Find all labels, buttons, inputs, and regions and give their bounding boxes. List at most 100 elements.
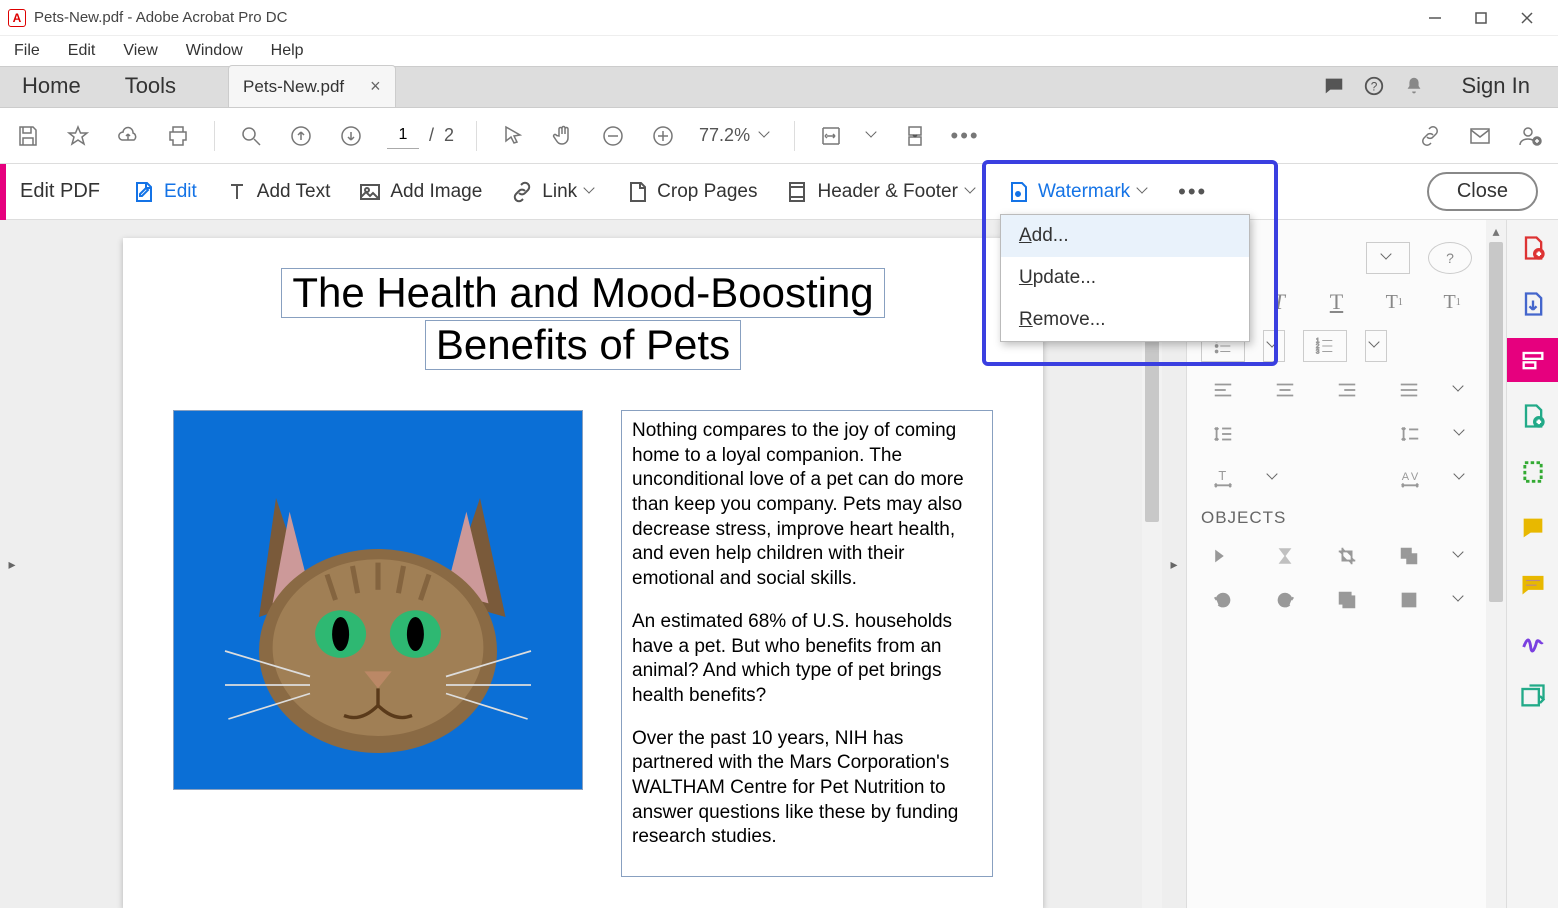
edit-button[interactable]: Edit [118,164,211,220]
tab-tools[interactable]: Tools [103,65,198,107]
body-text-block[interactable]: Nothing compares to the joy of coming ho… [621,410,993,877]
rail-combine-icon[interactable] [1507,394,1558,438]
menu-view[interactable]: View [123,42,157,60]
more-tools-icon[interactable]: ••• [951,122,979,150]
align-center-icon[interactable] [1263,374,1307,406]
rail-edit-pdf-icon[interactable] [1507,338,1558,382]
star-icon[interactable] [64,122,92,150]
header-footer-button[interactable]: Header & Footer [771,164,991,220]
watermark-update-item[interactable]: Update... [1001,257,1249,299]
save-icon[interactable] [14,122,42,150]
hand-tool-icon[interactable] [549,122,577,150]
rail-export-pdf-icon[interactable] [1507,282,1558,326]
subscript-icon[interactable]: T1 [1432,286,1472,318]
underline-icon[interactable]: T [1317,286,1357,318]
next-page-icon[interactable] [337,122,365,150]
superscript-icon[interactable]: T1 [1374,286,1414,318]
horizontal-scale-icon[interactable]: T [1201,462,1245,494]
format-help-icon[interactable]: ? [1428,242,1472,274]
email-icon[interactable] [1466,122,1494,150]
paragraph-spacing-icon[interactable] [1388,418,1432,450]
numbered-list-icon[interactable]: 123 [1303,330,1347,362]
left-panel-toggle[interactable]: ▸ [0,220,24,908]
menu-edit[interactable]: Edit [68,42,96,60]
spacing-dropdown[interactable] [1450,418,1472,450]
menu-file[interactable]: File [14,42,40,60]
zoom-in-icon[interactable] [649,122,677,150]
share-link-icon[interactable] [1416,122,1444,150]
hscale-dropdown[interactable] [1263,462,1285,494]
rail-sign-icon[interactable] [1507,618,1558,662]
arrange-dropdown[interactable] [1449,540,1471,572]
comments-icon[interactable] [1314,65,1354,107]
replace-image-icon[interactable] [1325,584,1369,616]
align-dropdown[interactable] [1449,374,1471,406]
rotate-cw-icon[interactable] [1263,584,1307,616]
zoom-dropdown[interactable]: 77.2% [699,125,772,146]
crop-pages-button[interactable]: Crop Pages [611,164,771,220]
fit-width-icon[interactable] [817,122,845,150]
scroll-up-icon[interactable]: ▴ [1486,220,1506,242]
scroll-thumb[interactable] [1489,242,1503,602]
arrange-icon[interactable] [1387,540,1431,572]
help-icon[interactable]: ? [1354,65,1394,107]
fit-dropdown-icon[interactable] [867,130,879,142]
rotate-ccw-icon[interactable] [1201,584,1245,616]
select-tool-icon[interactable] [499,122,527,150]
add-image-button[interactable]: Add Image [344,164,496,220]
link-button[interactable]: Link [496,164,611,220]
menu-help[interactable]: Help [271,42,304,60]
watermark-add-item[interactable]: AAdd...dd... [1001,215,1249,257]
rail-organize-icon[interactable] [1507,450,1558,494]
rail-more-icon[interactable] [1507,674,1558,718]
menu-window[interactable]: Window [186,42,243,60]
heading-line-1[interactable]: The Health and Mood-Boosting [281,268,884,318]
window-maximize-button[interactable] [1458,0,1504,36]
prev-page-icon[interactable] [287,122,315,150]
tools-rail [1506,220,1558,908]
rail-sticky-icon[interactable] [1507,562,1558,606]
group-icon[interactable] [1387,584,1431,616]
notifications-icon[interactable] [1394,65,1434,107]
align-left-icon[interactable] [1201,374,1245,406]
document-area[interactable]: The Health and Mood-Boosting Benefits of… [24,220,1142,908]
format-scrollbar[interactable]: ▴ [1486,220,1506,908]
numbered-list-dropdown[interactable] [1365,330,1387,362]
page-number-input[interactable] [387,123,419,149]
rail-create-pdf-icon[interactable] [1507,226,1558,270]
search-icon[interactable] [237,122,265,150]
tab-close-icon[interactable]: × [370,76,381,97]
tab-home[interactable]: Home [0,65,103,107]
scroll-mode-icon[interactable] [901,122,929,150]
flip-vertical-icon[interactable] [1263,540,1307,572]
align-right-icon[interactable] [1325,374,1369,406]
rail-comment-icon[interactable] [1507,506,1558,550]
align-justify-icon[interactable] [1387,374,1431,406]
print-icon[interactable] [164,122,192,150]
share-user-icon[interactable] [1516,122,1544,150]
watermark-button[interactable]: Watermark AAdd...dd... Update... Remove.… [992,164,1164,220]
bullet-list-dropdown[interactable] [1263,330,1285,362]
crop-icon[interactable] [1325,540,1369,572]
charspace-dropdown[interactable] [1450,462,1472,494]
edit-more-button[interactable]: ••• [1164,179,1221,205]
tab-document[interactable]: Pets-New.pdf × [228,65,396,107]
cloud-upload-icon[interactable] [114,122,142,150]
zoom-out-icon[interactable] [599,122,627,150]
flip-horizontal-icon[interactable] [1201,540,1245,572]
add-text-button[interactable]: Add Text [211,164,345,220]
sign-in-link[interactable]: Sign In [1434,65,1558,107]
line-spacing-icon[interactable] [1201,418,1245,450]
close-button[interactable]: Close [1427,172,1538,211]
window-close-button[interactable] [1504,0,1550,36]
window-minimize-button[interactable] [1412,0,1458,36]
font-size-dropdown[interactable] [1366,242,1410,274]
italic-icon[interactable]: T [1259,286,1299,318]
paragraph-1: Nothing compares to the joy of coming ho… [632,419,982,592]
watermark-remove-item[interactable]: Remove... [1001,299,1249,341]
pet-image[interactable] [173,410,583,790]
char-spacing-icon[interactable]: AV [1388,462,1432,494]
add-image-label: Add Image [390,181,482,203]
group-dropdown[interactable] [1449,584,1471,616]
heading-line-2[interactable]: Benefits of Pets [425,320,741,370]
